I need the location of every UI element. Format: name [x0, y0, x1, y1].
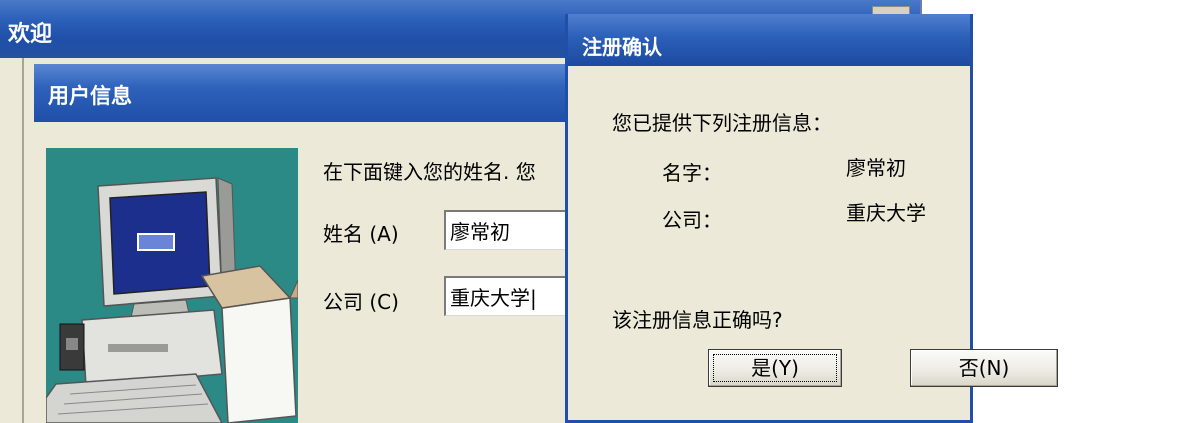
user-info-title: 用户信息 [48, 84, 132, 108]
computer-illustration-icon [46, 148, 298, 423]
name-label-text: 姓名 [323, 222, 363, 246]
no-button[interactable]: 否(N) [910, 349, 1058, 387]
confirm-titlebar[interactable]: 注册确认 [568, 14, 970, 66]
company-accel: (C) [369, 290, 399, 314]
confirm-company-value: 重庆大学 [846, 201, 926, 225]
yes-button[interactable]: 是(Y) [708, 349, 842, 387]
name-field[interactable]: 廖常初 [444, 210, 584, 250]
name-accel: (A) [369, 222, 399, 246]
confirm-name-label: 名字： [662, 161, 722, 185]
confirm-intro: 您已提供下列注册信息： [612, 111, 832, 135]
confirm-name-value: 廖常初 [846, 156, 906, 180]
confirm-dialog-title: 注册确认 [582, 35, 662, 59]
focus-rect [713, 354, 837, 382]
confirm-dialog: 注册确认 您已提供下列注册信息： 名字： 廖常初 公司： 重庆大学 该注册信息正… [565, 14, 1058, 423]
user-info-prompt: 在下面键入您的姓名. 您 [323, 160, 536, 184]
welcome-window-title: 欢迎 [8, 22, 53, 47]
confirm-company-label: 公司： [662, 208, 722, 232]
company-label-text: 公司 [323, 290, 363, 314]
company-field[interactable]: 重庆大学| [444, 276, 584, 316]
confirm-question: 该注册信息正确吗? [612, 308, 783, 332]
company-label: 公司 (C) [323, 286, 399, 315]
name-label: 姓名 (A) [323, 218, 399, 247]
no-button-label: 否(N) [958, 356, 1010, 380]
